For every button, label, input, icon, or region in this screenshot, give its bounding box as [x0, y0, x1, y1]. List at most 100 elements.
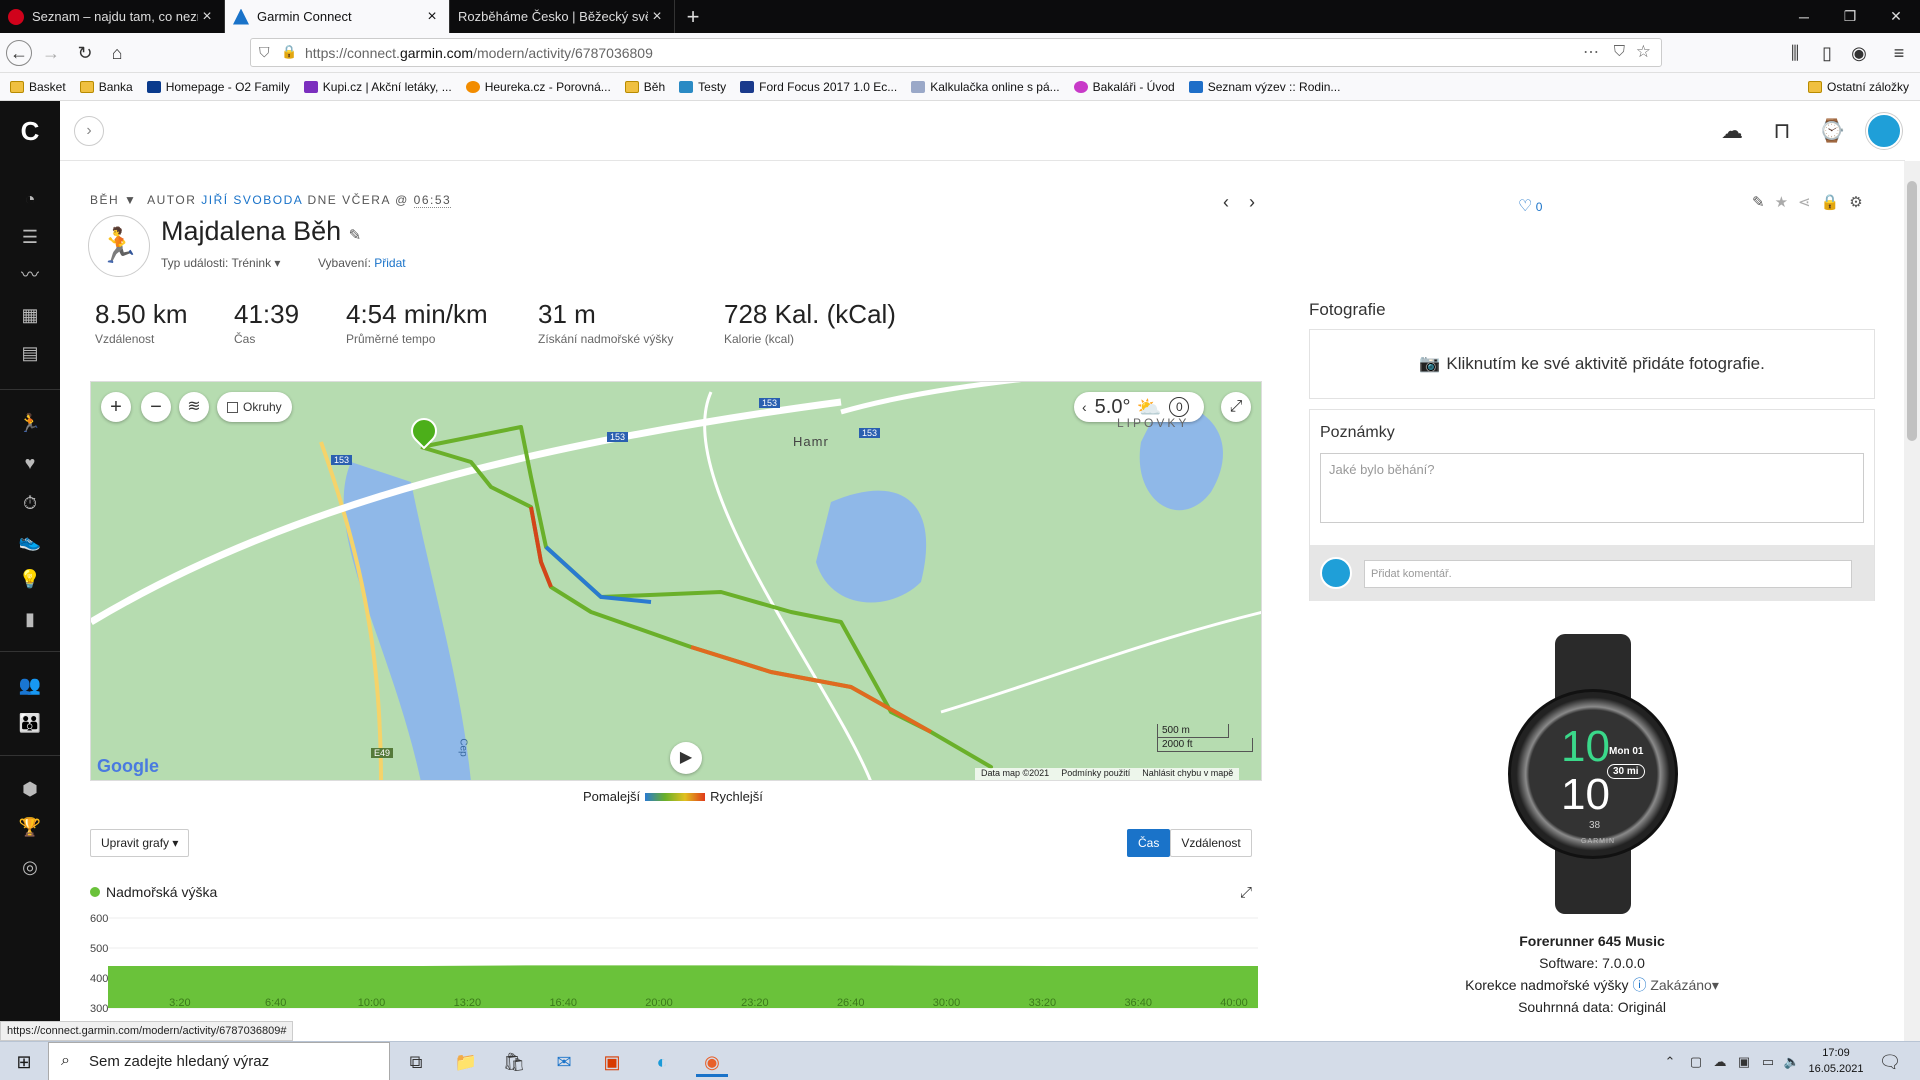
bookmark-kupi[interactable]: Kupi.cz | Akční letáky, ... [303, 80, 452, 94]
close-window-button[interactable]: ✕ [1872, 0, 1920, 33]
file-explorer-icon[interactable]: 📁 [450, 1047, 482, 1077]
fullscreen-icon[interactable]: ⤢ [1221, 392, 1251, 422]
like-button[interactable]: ♡ 0 [1518, 196, 1542, 216]
home-button[interactable]: ⌂ [104, 40, 130, 66]
activities-layers-icon[interactable]: ☰ [18, 225, 42, 249]
training-icon[interactable]: 🏃 [18, 411, 42, 435]
comment-input[interactable]: Přidat komentář. [1364, 560, 1852, 588]
url-bar[interactable]: ⛉ 🔒 https://connect. garmin.com/modern/ac… [250, 38, 1662, 67]
reload-button[interactable]: ↻ [72, 40, 98, 66]
health-heart-icon[interactable]: ♥ [18, 451, 42, 475]
upload-cloud-icon[interactable]: ☁ [1718, 117, 1746, 145]
account-icon[interactable]: ◉ [1846, 40, 1872, 66]
notifications-icon[interactable]: 🗨 [1874, 1047, 1906, 1077]
trophy-icon[interactable]: 🏆 [18, 815, 42, 839]
forward-button[interactable]: → [38, 40, 64, 66]
back-button[interactable]: ← [6, 40, 32, 66]
close-icon[interactable]: × [648, 8, 666, 26]
bookmark-kalkulacka[interactable]: Kalkulačka online s pá... [911, 80, 1060, 94]
chevron-down-icon[interactable]: ▼ [124, 193, 137, 207]
expand-sidebar-chevron-icon[interactable]: › [74, 116, 104, 146]
more-actions-icon[interactable]: ⋯ [1583, 42, 1599, 62]
volume-icon[interactable]: 🔈 [1776, 1047, 1808, 1077]
device-watch-icon[interactable]: ⌚ [1818, 117, 1846, 145]
bookmark-beh[interactable]: Běh [624, 80, 665, 94]
zoom-in-button[interactable]: + [101, 392, 131, 422]
close-icon[interactable]: × [423, 8, 441, 26]
event-type[interactable]: Typ události: Trénink ▾ [161, 256, 280, 270]
insights-icon[interactable]: 〰 [18, 263, 42, 287]
laps-toggle[interactable]: Okruhy [217, 392, 292, 422]
lock-icon[interactable]: 🔒 [281, 44, 297, 60]
other-bookmarks[interactable]: Ostatní záložky [1808, 80, 1909, 94]
inbox-icon[interactable]: ⊓ [1768, 117, 1796, 145]
map-report-link[interactable]: Nahlásit chybu v mapě [1142, 768, 1233, 780]
bookmark-star-icon[interactable]: ☆ [1636, 42, 1651, 62]
play-button[interactable]: ▶ [670, 742, 702, 774]
bookmark-heureka[interactable]: Heureka.cz - Porovná... [465, 80, 611, 94]
bookmark-o2[interactable]: Homepage - O2 Family [146, 80, 290, 94]
zoom-out-button[interactable]: − [141, 392, 171, 422]
add-equipment-link[interactable]: Přidat [374, 256, 405, 270]
calendar-icon[interactable]: ▦ [18, 303, 42, 327]
chevron-down-icon[interactable]: ▾ [1712, 977, 1719, 993]
lock-icon[interactable]: 🔒 [1821, 194, 1850, 211]
elev-corr-value[interactable]: Zakázáno [1650, 977, 1711, 993]
library-icon[interactable]: ⫼ [1782, 40, 1808, 66]
dashboard-icon[interactable]: ◔ [18, 187, 42, 211]
avatar[interactable] [1866, 113, 1902, 149]
bookmark-ford[interactable]: Ford Focus 2017 1.0 Ec... [740, 80, 897, 94]
stats-icon[interactable]: ▮ [18, 607, 42, 631]
challenges-icon[interactable]: ◎ [18, 855, 42, 879]
groups-icon[interactable]: 👪 [18, 711, 42, 735]
office-icon[interactable]: ▣ [596, 1047, 628, 1077]
store-icon[interactable]: 🛍 [498, 1047, 530, 1077]
activity-map[interactable]: + − ≋ Okruhy ‹ 5.0° ⛅ 0 ⤢ Hamr LIPOVKY Cep … [90, 381, 1262, 781]
edit-icon[interactable]: ✎ [1752, 194, 1775, 211]
author-link[interactable]: JIŘÍ SVOBODA [201, 193, 302, 207]
badges-icon[interactable]: ⬢ [18, 777, 42, 801]
restore-button[interactable]: ❐ [1826, 0, 1874, 33]
insights-bulb-icon[interactable]: 💡 [18, 567, 42, 591]
edit-pencil-icon[interactable]: ✎ [349, 227, 362, 244]
tab-seznam[interactable]: Seznam – najdu tam, co neznám× [0, 0, 225, 33]
activity-type[interactable]: BĚH [90, 193, 119, 207]
sidebar-icon[interactable]: ▯ [1814, 40, 1840, 66]
notes-textarea[interactable]: Jaké bylo běhání? [1320, 453, 1864, 523]
edge-icon[interactable]: ◐ [646, 1047, 678, 1077]
garmin-connect-logo-icon[interactable]: C [18, 118, 42, 144]
next-activity-icon[interactable]: › [1249, 192, 1255, 213]
connections-icon[interactable]: 👥 [18, 673, 42, 697]
taskbar-clock[interactable]: 17:09 16.05.2021 [1806, 1045, 1866, 1077]
toggle-time[interactable]: Čas [1127, 829, 1171, 857]
scrollbar-thumb[interactable] [1907, 181, 1917, 441]
mail-icon[interactable]: ✉ [548, 1047, 580, 1077]
gear-icon[interactable]: ⚙ [1849, 194, 1872, 211]
edit-charts-button[interactable]: Upravit grafy ▾ [90, 829, 190, 857]
windows-start-icon[interactable]: ⊞ [8, 1047, 40, 1077]
bookmark-bakalari[interactable]: Bakaláři - Úvod [1073, 80, 1175, 94]
chevron-left-icon[interactable]: ‹ [1082, 399, 1087, 415]
task-view-icon[interactable]: ⧉ [400, 1047, 432, 1077]
help-icon[interactable]: ⓘ [1632, 977, 1646, 993]
gear-shoe-icon[interactable]: 👟 [18, 529, 42, 553]
bookmark-banka[interactable]: Banka [79, 80, 133, 94]
page-scrollbar[interactable] [1904, 161, 1920, 1041]
menu-icon[interactable]: ≡ [1886, 40, 1912, 66]
new-tab-button[interactable]: + [675, 0, 711, 33]
google-logo[interactable]: Google [97, 756, 159, 777]
minimize-button[interactable]: ─ [1780, 0, 1828, 33]
reports-icon[interactable]: ▤ [18, 341, 42, 365]
layers-icon[interactable]: ≋ [179, 392, 209, 422]
bookmark-seznam-vyzev[interactable]: Seznam výzev :: Rodin... [1188, 80, 1340, 94]
firefox-icon[interactable]: ◉ [696, 1047, 728, 1077]
add-photos-panel[interactable]: 📷 Kliknutím ke své aktivitě přidáte fotog… [1309, 329, 1875, 399]
share-icon[interactable]: ⋖ [1798, 194, 1821, 211]
bookmark-testy[interactable]: Testy [679, 80, 726, 94]
close-icon[interactable]: × [198, 8, 216, 26]
pocket-icon[interactable]: ⛉ [1614, 43, 1625, 60]
activity-title[interactable]: Majdalena Běh ✎ [161, 216, 361, 247]
taskbar-search-input[interactable]: ⌕ Sem zadejte hledaný výraz [48, 1042, 390, 1080]
stopwatch-icon[interactable]: ⏱ [18, 491, 42, 515]
bookmark-basket[interactable]: Basket [10, 80, 66, 94]
